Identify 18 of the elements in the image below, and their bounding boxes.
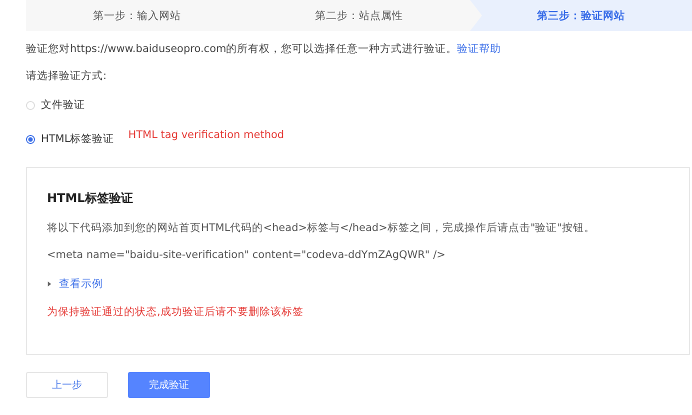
code-text: <meta name="baidu-site-verification" content="codeva-ddYmZAgQWR" /> — [47, 249, 446, 261]
step-tab[interactable]: 第一步：输入网站 — [26, 0, 248, 31]
radio-icon[interactable] — [26, 134, 35, 144]
help-link[interactable]: 验证帮助 — [457, 43, 502, 55]
example-link[interactable]: 查看示例 — [59, 277, 103, 291]
caret-icon[interactable] — [47, 281, 52, 287]
radio-option[interactable]: HTML标签验证 — [26, 132, 114, 146]
warning-text: 为保持验证通过的状态,成功验证后请不要删除该标签 — [47, 305, 304, 319]
method-prompt: 请选择验证方式: — [26, 69, 108, 83]
radio-option[interactable]: 文件验证 — [26, 98, 85, 112]
panel-title: HTML标签验证 — [47, 190, 134, 207]
step-tab[interactable]: 第二步：站点属性 — [248, 0, 470, 31]
step-tab[interactable]: 第三步：验证网站 — [470, 0, 692, 31]
complete-button[interactable]: 完成验证 — [128, 372, 210, 398]
annotation-text: HTML tag verification method — [128, 129, 284, 141]
back-button[interactable]: 上一步 — [26, 372, 108, 398]
intro-text: 验证您对https://www.baiduseopro.com的所有权，您可以选择任意一种方式进行验证。 — [26, 43, 458, 55]
instruction-text: 将以下代码添加到您的网站首页HTML代码的<head>标签与</head>标签之间，完成操作后请点击"验证"按钮。 — [47, 221, 596, 235]
